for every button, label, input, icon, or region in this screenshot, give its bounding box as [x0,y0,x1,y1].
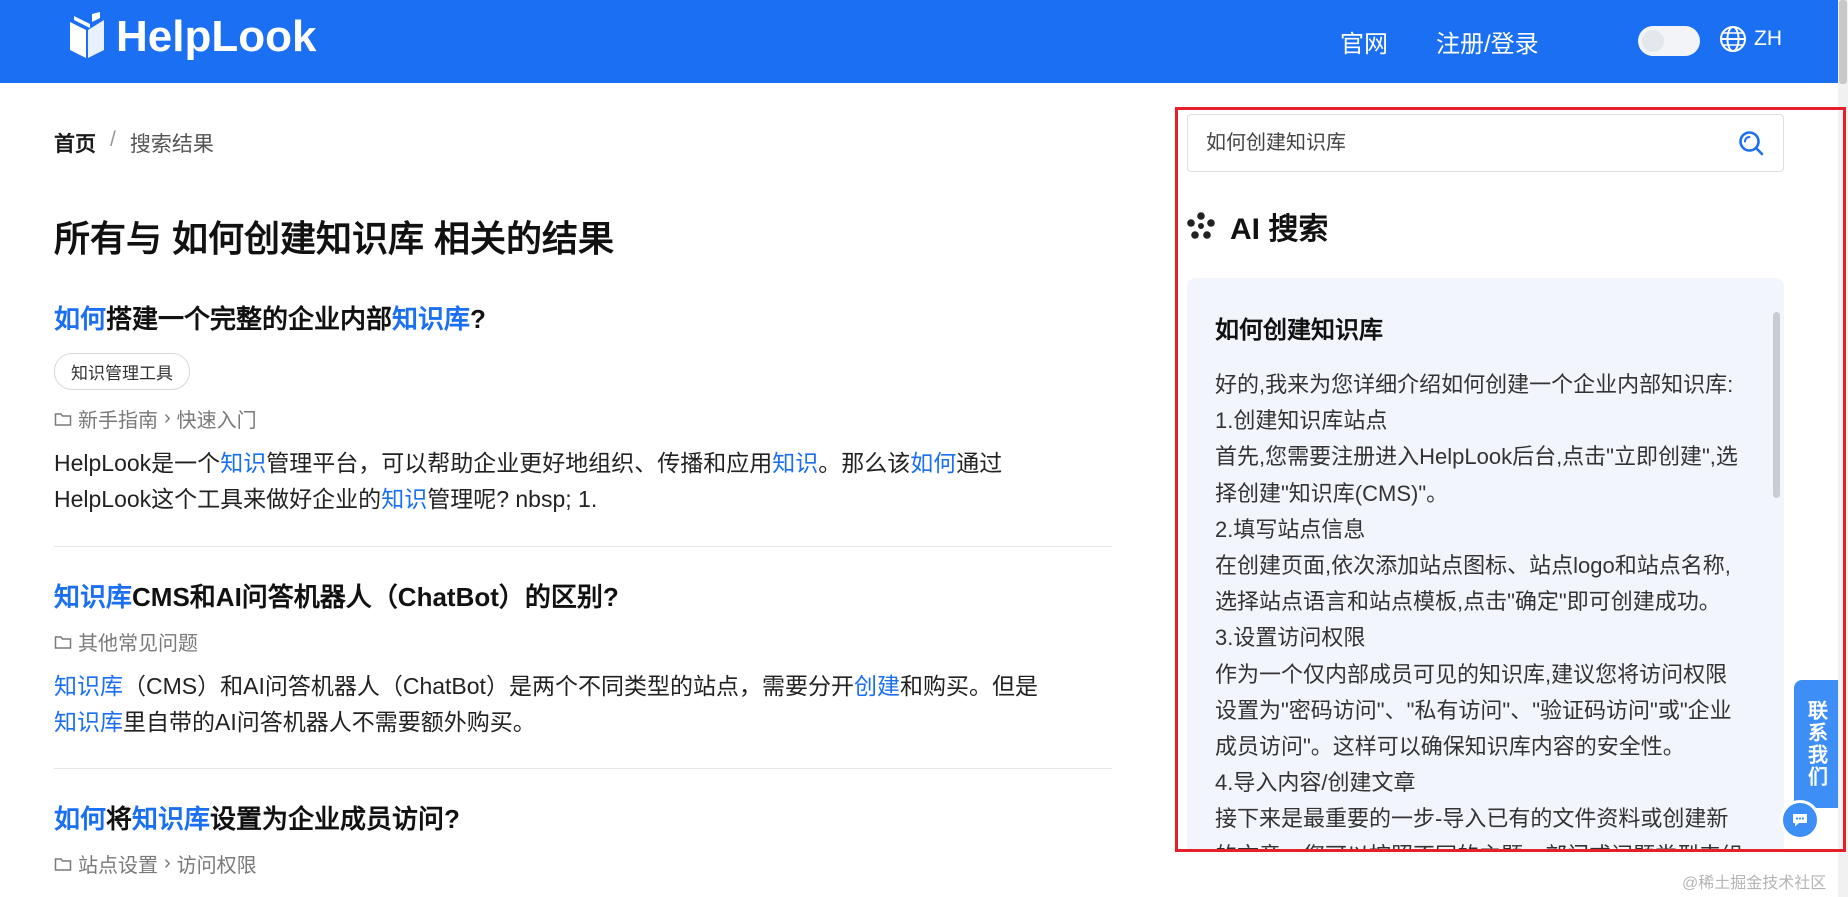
result-tag[interactable]: 知识管理工具 [54,353,190,391]
text-segment: 。那么该 [818,450,911,477]
text-segment: 管理呢? nbsp; 1. [427,486,598,513]
language-switcher[interactable]: ZH [1718,24,1782,54]
result-snippet: 知识库（CMS）和AI问答机器人（ChatBot）是两个不同类型的站点，需要分开… [54,668,1112,740]
text-segment: 将 [106,804,133,834]
text-segment: 搭建一个完整的企业内部 [106,304,393,334]
page-title: 所有与 如何创建知识库 相关的结果 [54,218,615,259]
result-snippet: HelpLook是一个知识管理平台，可以帮助企业更好地组织、传播和应用知识。那么… [54,445,1112,517]
top-header: HelpLook 官网 注册/登录 ZH [0,0,1838,83]
result-path-level-1[interactable]: 站点设置 [78,849,158,878]
highlighted-keyword: 知识库 [54,709,123,736]
highlighted-keyword: 知识 [220,450,267,477]
result-path: 其他常见问题 [54,627,1112,656]
snippet-line: HelpLook是一个知识管理平台，可以帮助企业更好地组织、传播和应用知识。那么… [54,445,1112,481]
result-title-link[interactable]: 如何搭建一个完整的企业内部知识库? [54,304,1112,335]
result-path-level-2[interactable]: 快速入门 [177,404,257,433]
nav-official-site[interactable]: 官网 [1340,24,1388,59]
result-path-level-1[interactable]: 其他常见问题 [78,627,198,656]
helplook-logo[interactable]: HelpLook [66,12,316,62]
chevron-right-icon: › [164,852,171,875]
breadcrumb-current: 搜索结果 [129,133,214,156]
result-divider [54,768,1112,769]
result-path: 新手指南 › 快速入门 [54,404,1112,433]
watermark-text: @稀土掘金技术社区 [1682,875,1827,892]
snippet-line: HelpLook这个工具来做好企业的知识管理呢? nbsp; 1. [54,481,1112,517]
search-result: 知识库CMS和AI问答机器人（ChatBot）的区别? 其他常见问题 知识库（C… [54,582,1112,740]
highlighted-keyword: 如何 [54,804,107,834]
text-segment: ? [470,304,486,334]
page-scrollbar-thumb[interactable] [1839,0,1847,84]
result-path: 站点设置 › 访问权限 [54,849,1112,878]
result-divider [54,546,1112,547]
logo-book-icon [70,12,104,58]
toggle-knob [1642,30,1664,52]
highlighted-keyword: 知识 [772,450,819,477]
highlighted-keyword: 知识库 [54,582,133,612]
highlighted-keyword: 知识库 [132,804,211,834]
globe-icon [1720,26,1746,52]
contact-us-tab[interactable]: 联系我们 [1794,680,1838,808]
text-segment: CMS和AI问答机器人（ChatBot）的区别? [132,582,619,612]
highlighted-keyword: 知识 [381,486,428,513]
theme-toggle[interactable] [1638,26,1700,56]
language-label: ZH [1754,27,1782,50]
search-result: 如何搭建一个完整的企业内部知识库? 知识管理工具 新手指南 › 快速入门 Hel… [54,304,1112,517]
nav-register-login[interactable]: 注册/登录 [1436,24,1539,59]
logo-text: HelpLook [116,12,317,61]
folder-icon [54,412,72,426]
highlight-annotation-box [1175,107,1846,852]
chat-bubble-button[interactable] [1780,800,1820,840]
highlighted-keyword: 知识库 [54,673,123,700]
text-segment: HelpLook这个工具来做好企业的 [54,486,382,513]
text-segment: HelpLook是一个 [54,450,221,477]
text-segment: （CMS）和AI问答机器人（ChatBot）是两个不同类型的站点，需要分开 [123,673,854,700]
folder-icon [54,635,72,649]
folder-icon [54,857,72,871]
chevron-right-icon: › [164,407,171,430]
result-title-link[interactable]: 如何将知识库设置为企业成员访问? [54,804,1112,835]
breadcrumb: 首页 / 搜索结果 [54,128,214,158]
breadcrumb-home[interactable]: 首页 [54,128,96,158]
search-result: 如何将知识库设置为企业成员访问? 站点设置 › 访问权限 [54,804,1112,878]
chat-icon [1793,814,1807,827]
snippet-line: 知识库（CMS）和AI问答机器人（ChatBot）是两个不同类型的站点，需要分开… [54,668,1112,704]
text-segment: 设置为企业成员访问? [210,804,460,834]
highlighted-keyword: 创建 [853,673,900,700]
breadcrumb-separator: / [110,128,116,151]
highlighted-keyword: 如何 [910,450,957,477]
result-path-level-2[interactable]: 访问权限 [177,849,257,878]
highlighted-keyword: 知识库 [392,304,471,334]
result-title-link[interactable]: 知识库CMS和AI问答机器人（ChatBot）的区别? [54,582,1112,613]
highlighted-keyword: 如何 [54,304,107,334]
text-segment: 通过 [956,450,1003,477]
snippet-line: 知识库里自带的AI问答机器人不需要额外购买。 [54,704,1112,740]
text-segment: 管理平台，可以帮助企业更好地组织、传播和应用 [266,450,773,477]
text-segment: 和购买。但是 [899,673,1038,700]
result-path-level-1[interactable]: 新手指南 [78,404,158,433]
text-segment: 里自带的AI问答机器人不需要额外购买。 [123,709,536,736]
